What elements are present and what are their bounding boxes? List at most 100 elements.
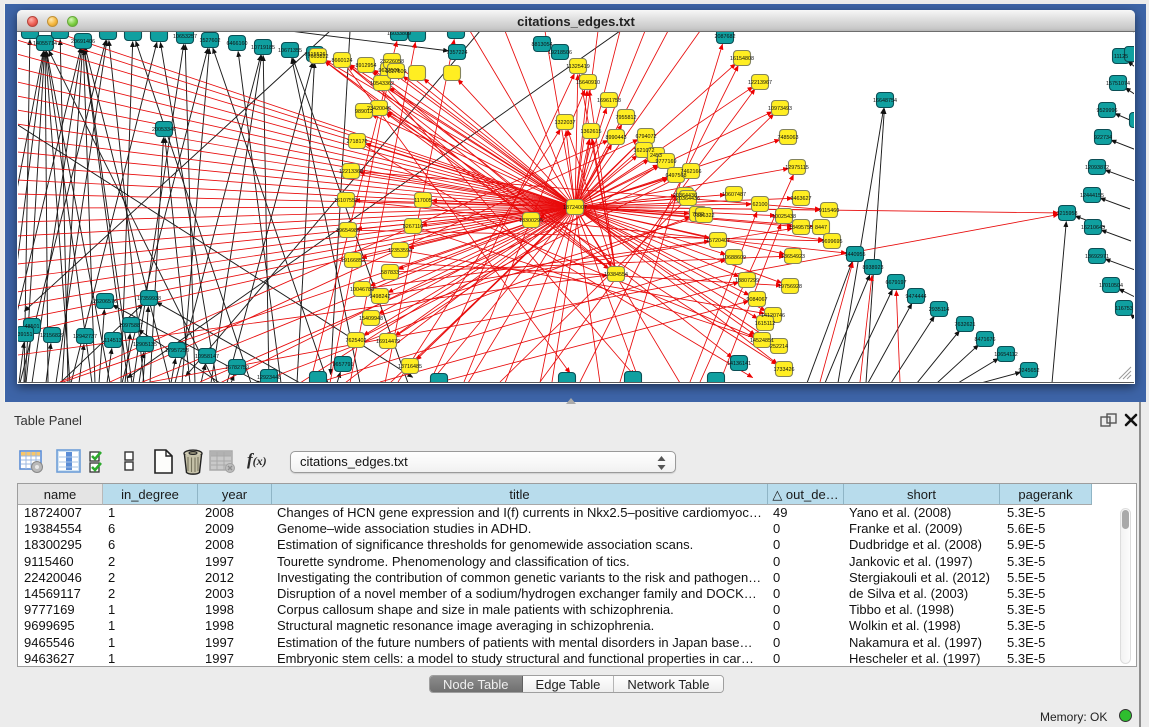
svg-text:8660124: 8660124 [332, 58, 353, 64]
svg-text:3215958: 3215958 [1057, 211, 1078, 217]
svg-text:10975887: 10975887 [119, 323, 143, 329]
svg-text:16107552: 16107552 [334, 198, 358, 204]
svg-text:10607487: 10607487 [722, 192, 746, 198]
svg-text:48501: 48501 [25, 324, 40, 330]
svg-text:9115460: 9115460 [819, 208, 840, 214]
svg-text:10719185: 10719185 [251, 45, 275, 51]
svg-text:20053346: 20053346 [152, 127, 176, 133]
svg-text:10025438: 10025438 [772, 214, 796, 220]
svg-text:12905135: 12905135 [133, 342, 157, 348]
svg-text:23226058: 23226058 [380, 59, 404, 65]
svg-text:19384554: 19384554 [604, 272, 628, 278]
svg-text:9657791: 9657791 [333, 362, 354, 368]
svg-text:18724007: 18724007 [563, 205, 587, 211]
svg-text:6679197: 6679197 [886, 280, 907, 286]
svg-text:2718176: 2718176 [347, 139, 368, 145]
svg-text:8267110: 8267110 [403, 224, 424, 230]
svg-text:114513: 114513 [104, 338, 122, 344]
svg-text:11325419: 11325419 [566, 64, 590, 70]
svg-text:17359938: 17359938 [137, 296, 161, 302]
svg-text:19756928: 19756928 [778, 284, 802, 290]
svg-text:15751074: 15751074 [1106, 81, 1130, 87]
svg-text:12213967: 12213967 [748, 80, 772, 86]
svg-text:26206576: 26206576 [93, 299, 117, 305]
svg-text:10653257: 10653257 [173, 34, 197, 40]
svg-text:10958147: 10958147 [195, 354, 219, 360]
svg-text:10046788: 10046788 [350, 287, 374, 293]
svg-text:16648754: 16648754 [873, 98, 897, 104]
svg-text:7663822: 7663822 [308, 54, 329, 60]
svg-text:10654112: 10654112 [994, 352, 1018, 358]
svg-text:116753: 116753 [1115, 306, 1133, 312]
svg-text:16782759: 16782759 [225, 365, 249, 371]
svg-text:15640910: 15640910 [576, 80, 600, 86]
svg-text:9777169: 9777169 [656, 159, 677, 165]
svg-text:1362615: 1362615 [581, 129, 602, 135]
svg-text:13654923: 13654923 [781, 254, 805, 260]
svg-text:12923448: 12923448 [257, 375, 281, 381]
svg-text:10688609: 10688609 [722, 255, 746, 261]
svg-text:20364436: 20364436 [676, 196, 700, 202]
svg-text:14136141: 14136141 [727, 361, 751, 367]
svg-text:14120746: 14120746 [761, 313, 785, 319]
svg-text:15720407: 15720407 [706, 238, 730, 244]
svg-text:2935114: 2935114 [929, 307, 950, 313]
svg-text:9827509: 9827509 [386, 69, 407, 75]
svg-text:989012: 989012 [355, 109, 373, 115]
svg-text:13716485: 13716485 [398, 364, 422, 370]
svg-text:18807299: 18807299 [735, 278, 759, 284]
svg-text:6466160: 6466160 [227, 41, 248, 47]
svg-text:16961758: 16961758 [597, 98, 621, 104]
svg-text:62100: 62100 [753, 202, 768, 208]
svg-text:1615112: 1615112 [755, 321, 776, 327]
svg-text:16210643: 16210643 [1081, 225, 1105, 231]
svg-text:8912954: 8912954 [356, 63, 377, 69]
svg-text:18495758: 18495758 [789, 225, 813, 231]
svg-text:16914479: 16914479 [376, 339, 400, 345]
svg-text:922734: 922734 [1094, 135, 1112, 141]
svg-text:587833: 587833 [381, 270, 399, 276]
svg-text:6794072: 6794072 [636, 134, 657, 140]
svg-text:9474444: 9474444 [906, 294, 927, 300]
svg-text:13692971: 13692971 [1085, 254, 1109, 260]
svg-text:39151: 39151 [18, 332, 33, 338]
svg-text:9529996: 9529996 [1097, 108, 1118, 114]
svg-text:8471676: 8471676 [975, 337, 996, 343]
svg-text:252214: 252214 [770, 344, 788, 350]
svg-text:2087682: 2087682 [715, 34, 736, 40]
svg-text:1733426: 1733426 [774, 367, 795, 373]
svg-text:12444155: 12444155 [1080, 193, 1104, 199]
svg-text:12213369: 12213369 [339, 169, 363, 175]
svg-text:9463627: 9463627 [791, 196, 812, 202]
svg-text:12093872: 12093872 [1085, 165, 1109, 171]
svg-text:9245652: 9245652 [1019, 368, 1040, 374]
svg-text:7485063: 7485063 [778, 135, 799, 141]
svg-text:7357224: 7357224 [447, 50, 468, 56]
svg-text:1527602: 1527602 [200, 38, 221, 44]
svg-text:8990443: 8990443 [606, 135, 627, 141]
svg-text:17010504: 17010504 [1099, 283, 1123, 289]
svg-text:16154808: 16154808 [730, 56, 754, 62]
svg-text:12156829: 12156829 [40, 333, 64, 339]
svg-text:15409948: 15409948 [359, 316, 383, 322]
svg-text:1322037: 1322037 [555, 120, 576, 126]
svg-text:12942737: 12942737 [73, 334, 97, 340]
svg-text:9084067: 9084067 [747, 297, 768, 303]
svg-text:12975115: 12975115 [785, 165, 809, 171]
svg-text:16033809: 16033809 [387, 32, 411, 37]
svg-text:12353594: 12353594 [388, 248, 412, 254]
svg-text:1440955: 1440955 [845, 252, 866, 258]
svg-text:10973493: 10973493 [768, 106, 792, 112]
svg-text:18300295: 18300295 [519, 218, 543, 224]
svg-text:7632621: 7632621 [955, 322, 976, 328]
svg-text:8813054: 8813054 [532, 42, 553, 48]
svg-text:11125: 11125 [1114, 54, 1128, 60]
svg-text:19218506: 19218506 [548, 50, 572, 56]
svg-text:117005: 117005 [414, 198, 432, 204]
svg-text:10543362: 10543362 [370, 81, 394, 87]
svg-text:19166852: 19166852 [341, 258, 365, 264]
svg-text:17957253: 17957253 [165, 348, 189, 354]
svg-text:7462166: 7462166 [681, 169, 702, 175]
svg-text:9699695: 9699695 [822, 239, 843, 245]
svg-text:14055714: 14055714 [33, 41, 57, 47]
